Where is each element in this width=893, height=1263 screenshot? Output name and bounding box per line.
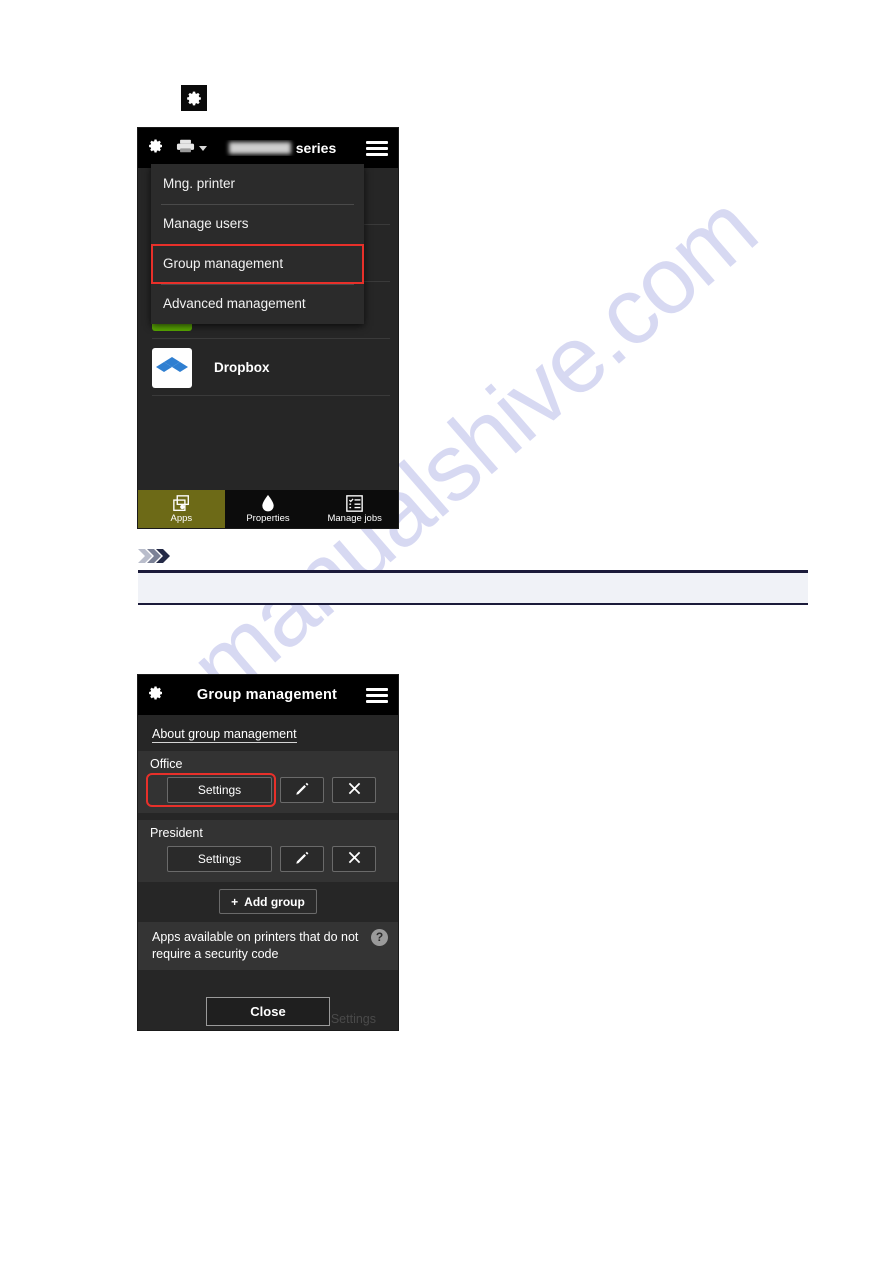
tab-label: Properties — [246, 512, 290, 524]
group-management-panel: Group management About group management … — [138, 675, 398, 1030]
settings-button[interactable]: Settings — [167, 846, 272, 872]
close-x-icon — [348, 851, 361, 867]
printer-icon — [176, 139, 195, 158]
group-name: Office — [150, 757, 183, 771]
settings-button-highlight: Settings — [146, 773, 276, 807]
hamburger-menu-icon[interactable] — [366, 685, 388, 706]
about-group-management-link[interactable]: About group management — [138, 715, 398, 751]
panel-one-header: series — [138, 128, 398, 168]
add-group-row: + Add group — [138, 889, 398, 914]
list-item[interactable]: Dropbox — [138, 339, 398, 396]
close-button[interactable]: Close — [206, 997, 330, 1026]
printer-selector[interactable] — [176, 139, 207, 158]
bottom-tab-bar: Apps Properties Manage jobs — [138, 490, 398, 528]
printer-model-title: series — [207, 140, 358, 156]
pencil-icon — [295, 781, 310, 799]
ink-drop-icon — [261, 494, 275, 512]
menu-item-advanced-management[interactable]: Advanced management — [151, 284, 364, 324]
app-label: Dropbox — [214, 360, 270, 375]
group-actions: Settings — [150, 846, 386, 872]
group-card-president: President Settings — [138, 820, 398, 882]
group-management-body: About group management Office Settings P… — [138, 715, 398, 1030]
series-suffix: series — [295, 140, 337, 156]
apps-icon — [172, 494, 191, 512]
menu-item-manage-users[interactable]: Manage users — [151, 204, 364, 244]
delete-group-button[interactable] — [332, 777, 376, 803]
apps-available-notice: Apps available on printers that do not r… — [138, 922, 398, 970]
delete-group-button[interactable] — [332, 846, 376, 872]
pencil-icon — [295, 850, 310, 868]
menu-item-mng-printer[interactable]: Mng. printer — [151, 164, 364, 204]
tab-apps[interactable]: Apps — [138, 490, 225, 528]
edit-group-button[interactable] — [280, 846, 324, 872]
gear-icon — [181, 85, 207, 111]
edit-group-button[interactable] — [280, 777, 324, 803]
tab-label: Apps — [170, 512, 193, 524]
help-icon[interactable]: ? — [371, 929, 388, 946]
close-x-icon — [348, 782, 361, 798]
add-group-label: Add group — [244, 894, 305, 909]
printer-app-panel: series Facebook Phot — [138, 128, 398, 528]
about-group-management-label: About group management — [152, 727, 297, 743]
close-row: Close — [138, 997, 398, 1026]
checklist-icon — [346, 494, 364, 512]
apps-available-text: Apps available on printers that do not r… — [152, 930, 359, 961]
settings-button[interactable]: Settings — [167, 777, 272, 803]
group-card-office: Office Settings — [138, 751, 398, 813]
group-name: President — [150, 826, 203, 840]
add-group-button[interactable]: + Add group — [219, 889, 317, 914]
settings-dropdown-menu: Mng. printer Manage users Group manageme… — [151, 164, 364, 324]
group-actions: Settings — [146, 773, 386, 807]
tab-manage-jobs[interactable]: Manage jobs — [311, 490, 398, 528]
gear-icon[interactable] — [148, 685, 164, 706]
tab-properties[interactable]: Properties — [225, 490, 312, 528]
note-body — [138, 570, 808, 605]
redacted-model-name — [228, 142, 291, 154]
menu-item-group-management[interactable]: Group management — [151, 244, 364, 284]
gear-icon[interactable] — [148, 138, 164, 159]
tab-label: Manage jobs — [327, 512, 382, 524]
dropbox-icon — [152, 347, 192, 388]
page-title: Group management — [196, 687, 338, 703]
triple-chevron-icon — [138, 549, 170, 563]
hamburger-menu-icon[interactable] — [366, 138, 388, 159]
panel-two-header: Group management — [138, 675, 398, 715]
chevron-down-icon — [199, 145, 207, 151]
watermark: manualshive.com — [0, 0, 893, 1263]
note-callout — [138, 548, 808, 605]
plus-icon: + — [231, 894, 239, 909]
